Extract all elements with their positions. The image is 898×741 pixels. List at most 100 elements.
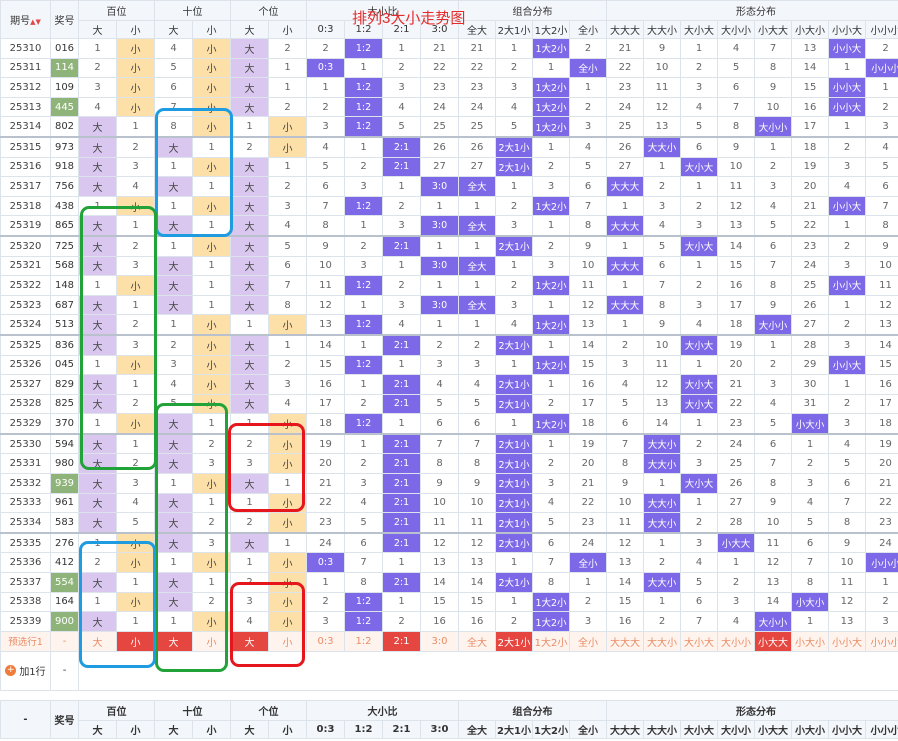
ratio-cell: 2:1 — [382, 453, 421, 475]
preview-option[interactable]: 1:2 — [344, 630, 383, 652]
preview-option[interactable]: 全小 — [569, 630, 607, 652]
period-cell: 25322 — [0, 275, 51, 296]
period-cell: 25321 — [0, 255, 51, 277]
xiao-cell: 5 — [268, 234, 307, 257]
combo-cell: 2 — [495, 275, 533, 296]
award-number: 554 — [50, 572, 79, 593]
xiao-cell: 8 — [268, 294, 307, 316]
preview-option[interactable]: 大 — [78, 630, 117, 652]
period-cell: 25338 — [0, 591, 51, 613]
da-cell: 大 — [78, 294, 117, 316]
preview-option[interactable]: 大小小 — [717, 630, 755, 652]
ratio-cell: 1 — [344, 333, 383, 356]
ratio-cell: 17 — [306, 393, 345, 415]
da-cell: 4 — [154, 374, 193, 395]
preview-option[interactable]: 小小大 — [828, 630, 866, 652]
combo-cell: 2大1小 — [495, 473, 533, 494]
combo-cell: 2大1小 — [495, 393, 533, 415]
form-cell: 9 — [754, 77, 792, 98]
form-cell: 12 — [643, 374, 681, 395]
form-cell: 大大小 — [643, 135, 681, 158]
combo-cell: 2大1小 — [495, 432, 533, 455]
form-cell: 大大大 — [606, 255, 644, 277]
ratio-cell: 4 — [382, 314, 421, 336]
combo-cell: 1 — [458, 314, 496, 336]
preview-option[interactable]: 小大大 — [754, 630, 792, 652]
form-cell: 6 — [643, 255, 681, 277]
ratio-cell: 1 — [344, 215, 383, 237]
preview-option[interactable]: 2:1 — [382, 630, 421, 652]
form-cell: 11 — [643, 77, 681, 98]
ratio-cell: 16 — [420, 611, 459, 632]
ratio-cell: 2 — [382, 611, 421, 632]
preview-option[interactable]: 1大2小 — [532, 630, 570, 652]
ratio-cell: 25 — [420, 116, 459, 138]
da-cell: 大 — [230, 473, 269, 494]
preview-option[interactable]: 3:0 — [420, 630, 459, 652]
xiao-cell: 小 — [192, 96, 231, 118]
form-cell: 7 — [865, 195, 898, 217]
form-cell: 12 — [828, 591, 866, 613]
ratio-cell: 12 — [306, 294, 345, 316]
sort-icon[interactable]: ▲▼ — [30, 18, 41, 26]
form-cell: 23 — [717, 413, 755, 435]
form-cell: 13 — [865, 314, 898, 336]
preview-option[interactable]: 大大小 — [643, 630, 681, 652]
da-cell: 大 — [154, 255, 193, 277]
form-cell: 1 — [606, 314, 644, 336]
preview-option[interactable]: 小 — [268, 630, 307, 652]
period-cell: 25331 — [0, 453, 51, 475]
preview-option[interactable]: 小小小 — [865, 630, 898, 652]
xiao-col-header: 小 — [268, 719, 307, 739]
da-cell: 大 — [78, 393, 117, 415]
da-cell: 大 — [78, 492, 117, 514]
xiao-cell: 小 — [192, 473, 231, 494]
form-cell: 13 — [606, 552, 644, 574]
combo-cell: 3 — [532, 255, 570, 277]
period-cell: 25339 — [0, 611, 51, 632]
period-cell: 25310 — [0, 38, 51, 59]
preview-option[interactable]: 全大 — [458, 630, 496, 652]
ratio-cell: 3:0 — [420, 294, 459, 316]
table-row: 25328 825 大 2 5 小大 4 17 2 2:1 5 5 2大1小 2 17 5 13 大小大 22 4 31… — [0, 393, 898, 415]
position-header-shi: 十位 — [154, 699, 231, 721]
preview-option[interactable]: 2大1小 — [495, 630, 533, 652]
ratio-cell: 3 — [420, 354, 459, 376]
combo-cell: 3 — [495, 77, 533, 98]
da-cell: 大 — [78, 572, 117, 593]
preview-option[interactable]: 小大小 — [791, 630, 829, 652]
award-number: 114 — [50, 57, 79, 79]
da-cell: 7 — [154, 96, 193, 118]
form-cell: 3 — [680, 453, 718, 475]
period-cell: 25332 — [0, 473, 51, 494]
da-cell: 4 — [230, 611, 269, 632]
form-cell: 2 — [643, 552, 681, 574]
form-cell: 大小小 — [754, 314, 792, 336]
preview-option[interactable]: 小 — [116, 630, 155, 652]
form-cell: 1 — [791, 432, 829, 455]
form-cell: 24 — [791, 255, 829, 277]
form-cell: 13 — [828, 611, 866, 632]
preview-option[interactable]: 小 — [192, 630, 231, 652]
preview-option[interactable]: 大 — [154, 630, 193, 652]
preview-option[interactable]: 大 — [230, 630, 269, 652]
form-cell: 3 — [828, 255, 866, 277]
ratio-cell: 1 — [382, 591, 421, 613]
preview-option[interactable]: 0:3 — [306, 630, 345, 652]
period-cell: 25323 — [0, 294, 51, 316]
xiao-cell: 小 — [116, 552, 155, 574]
combo-cell: 3 — [532, 176, 570, 197]
xiao-cell: 3 — [268, 374, 307, 395]
add-row-button[interactable]: + 加1行 — [5, 663, 46, 678]
ratio-cell: 16 — [306, 374, 345, 395]
xiao-cell: 小 — [268, 432, 307, 455]
xiao-cell: 小 — [192, 57, 231, 79]
footer-header-row-2: 大小大小大小 0:3 1:2 2:1 3:0 全大 2大1小 1大2小 全小 大大大 大大小 大小大大… — [1, 719, 898, 739]
combo-cell: 16 — [458, 611, 496, 632]
preview-option[interactable]: 大小大 — [680, 630, 718, 652]
period-header[interactable]: - — [0, 699, 51, 739]
preview-option[interactable]: 大大大 — [606, 630, 644, 652]
ratio-cell: 1 — [382, 38, 421, 59]
period-header[interactable]: 期号▲▼ — [0, 0, 51, 39]
xiao-cell: 2 — [116, 393, 155, 415]
